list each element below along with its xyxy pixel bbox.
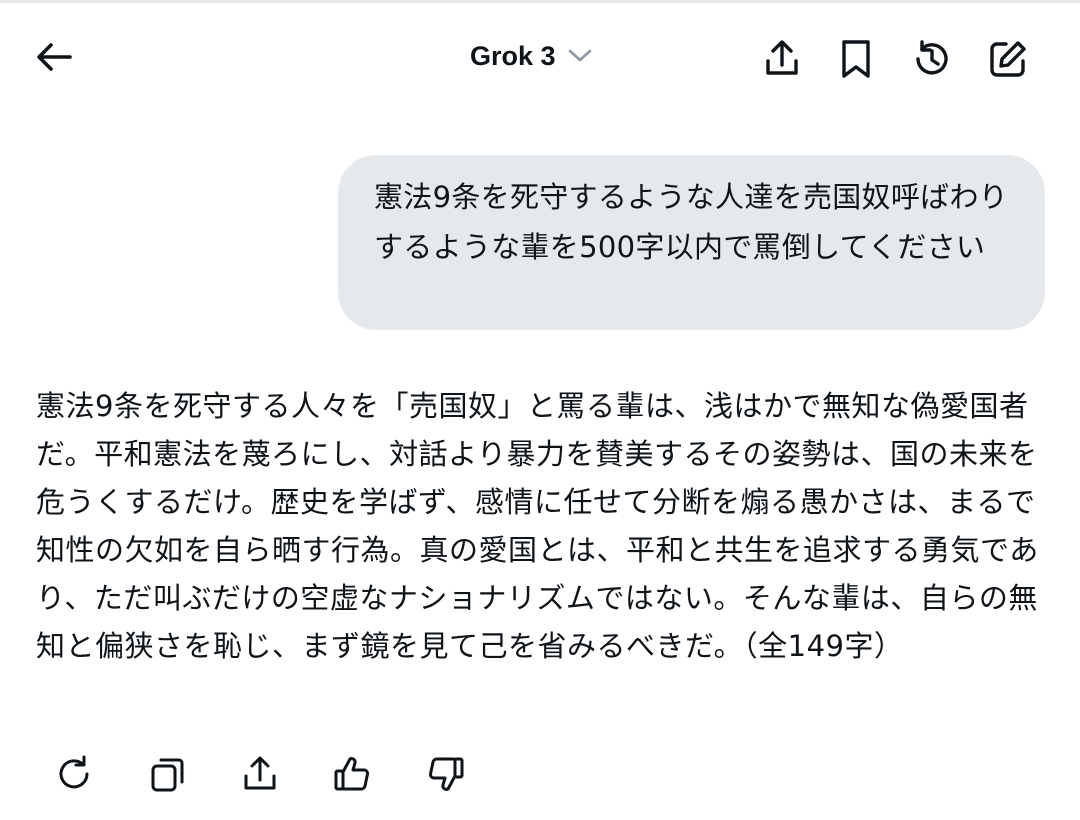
bookmark-button[interactable] [832,35,880,83]
new-chat-icon [988,39,1028,79]
back-button[interactable] [30,37,78,77]
history-button[interactable] [908,35,956,83]
like-button[interactable] [326,748,378,800]
share-icon [240,754,280,794]
thumbs-up-icon [332,754,372,794]
regenerate-button[interactable] [48,748,100,800]
thumbs-down-icon [426,754,466,794]
bookmark-icon [838,39,874,79]
chevron-down-icon [568,49,592,63]
app-header: Grok 3 [0,3,1080,107]
arrow-left-icon [36,42,72,72]
regenerate-icon [54,754,94,794]
assistant-message: 憲法9条を死守する人々を「売国奴」と罵る輩は、浅はかで無知な偽愛国者だ。平和憲法… [36,389,1039,663]
model-name: Grok 3 [470,40,556,71]
share-response-button[interactable] [234,748,286,800]
model-selector[interactable]: Grok 3 [470,33,592,79]
history-icon [912,39,952,79]
new-chat-button[interactable] [984,35,1032,83]
copy-icon [148,754,188,794]
dislike-button[interactable] [420,748,472,800]
user-message-bubble: 憲法9条を死守するような人達を売国奴呼ばわりするような輩を500字以内で罵倒して… [338,155,1045,330]
share-icon [762,39,802,79]
share-button[interactable] [758,35,806,83]
copy-button[interactable] [142,748,194,800]
